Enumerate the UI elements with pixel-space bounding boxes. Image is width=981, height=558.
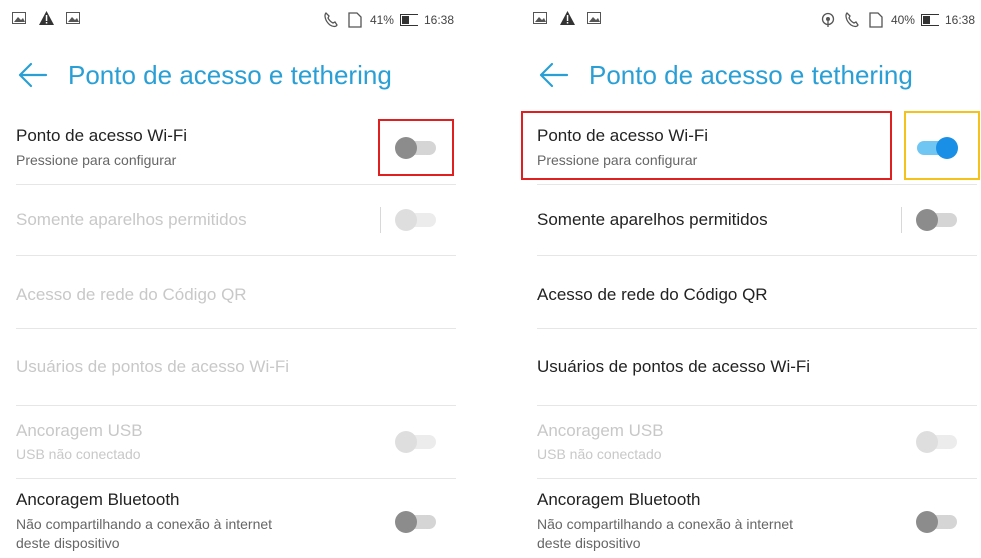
setting-subtitle: USB não conectado [537, 446, 662, 462]
sim-icon [346, 12, 364, 28]
setting-title: Usuários de pontos de acesso Wi-Fi [537, 357, 811, 376]
setting-title: Ancoragem Bluetooth [16, 490, 180, 509]
separator [901, 207, 902, 233]
left-screen: 41% 16:38 Ponto de acesso e tethering Po… [0, 0, 460, 558]
image-icon [531, 10, 549, 26]
setting-title: Acesso de rede do Código QR [537, 285, 768, 304]
setting-title: Usuários de pontos de acesso Wi-Fi [16, 357, 290, 376]
back-arrow-icon[interactable] [537, 58, 571, 92]
warning-icon [558, 10, 576, 26]
status-bar: 40% 16:38 [521, 0, 981, 40]
app-header: Ponto de acesso e tethering [0, 52, 460, 98]
warning-icon [37, 10, 55, 26]
battery-icon [399, 12, 418, 28]
image-icon [64, 10, 82, 26]
separator [380, 207, 381, 233]
setting-row-allowed-devices[interactable]: Somente aparelhos permitidos [521, 185, 981, 255]
setting-subtitle-line2: deste dispositivo [537, 535, 641, 551]
usb-tethering-toggle[interactable] [914, 428, 960, 456]
back-arrow-icon[interactable] [16, 58, 50, 92]
allowed-devices-toggle[interactable] [914, 206, 960, 234]
usb-tethering-toggle[interactable] [393, 428, 439, 456]
bluetooth-tethering-toggle[interactable] [914, 508, 960, 536]
setting-title: Ancoragem Bluetooth [537, 490, 701, 509]
bluetooth-tethering-toggle[interactable] [393, 508, 439, 536]
highlight-box-red [521, 111, 892, 180]
setting-subtitle: Pressione para configurar [16, 152, 177, 168]
setting-row-qr-code[interactable]: Acesso de rede do Código QR [0, 256, 460, 328]
right-screen: 40% 16:38 Ponto de acesso e tethering Po… [521, 0, 981, 558]
setting-subtitle: Não compartilhando a conexão à internet [16, 516, 273, 532]
image-icon [10, 10, 28, 26]
setting-row-usb-tethering[interactable]: Ancoragem USB USB não conectado [521, 406, 981, 478]
setting-title: Acesso de rede do Código QR [16, 285, 247, 304]
clock: 16:38 [423, 13, 454, 27]
setting-title: Somente aparelhos permitidos [537, 210, 768, 229]
call-icon [843, 12, 861, 28]
setting-title: Ancoragem USB [16, 421, 143, 440]
setting-row-qr-code[interactable]: Acesso de rede do Código QR [521, 256, 981, 328]
setting-subtitle-line2: deste dispositivo [16, 535, 120, 551]
setting-subtitle: Não compartilhando a conexão à internet [537, 516, 794, 532]
setting-row-usb-tethering[interactable]: Ancoragem USB USB não conectado [0, 406, 460, 478]
setting-title: Ancoragem USB [537, 421, 664, 440]
app-header: Ponto de acesso e tethering [521, 52, 981, 98]
allowed-devices-toggle[interactable] [393, 206, 439, 234]
sim-icon [867, 12, 885, 28]
battery-icon [920, 12, 939, 28]
setting-row-hotspot-users[interactable]: Usuários de pontos de acesso Wi-Fi [521, 329, 981, 405]
status-bar: 41% 16:38 [0, 0, 460, 40]
hotspot-icon [819, 12, 837, 28]
page-title: Ponto de acesso e tethering [589, 60, 913, 90]
battery-percentage: 40% [890, 13, 915, 27]
call-icon [322, 12, 340, 28]
setting-title: Ponto de acesso Wi-Fi [16, 126, 188, 145]
setting-row-hotspot-users[interactable]: Usuários de pontos de acesso Wi-Fi [0, 329, 460, 405]
setting-row-bluetooth-tethering[interactable]: Ancoragem Bluetooth Não compartilhando a… [521, 479, 981, 558]
clock: 16:38 [944, 13, 975, 27]
setting-subtitle: USB não conectado [16, 446, 141, 462]
highlight-box-yellow [904, 111, 980, 180]
setting-row-bluetooth-tethering[interactable]: Ancoragem Bluetooth Não compartilhando a… [0, 479, 460, 558]
highlight-box [378, 119, 454, 176]
page-title: Ponto de acesso e tethering [68, 60, 392, 90]
image-icon [585, 10, 603, 26]
setting-row-allowed-devices[interactable]: Somente aparelhos permitidos [0, 185, 460, 255]
battery-percentage: 41% [369, 13, 394, 27]
setting-title: Somente aparelhos permitidos [16, 210, 247, 229]
